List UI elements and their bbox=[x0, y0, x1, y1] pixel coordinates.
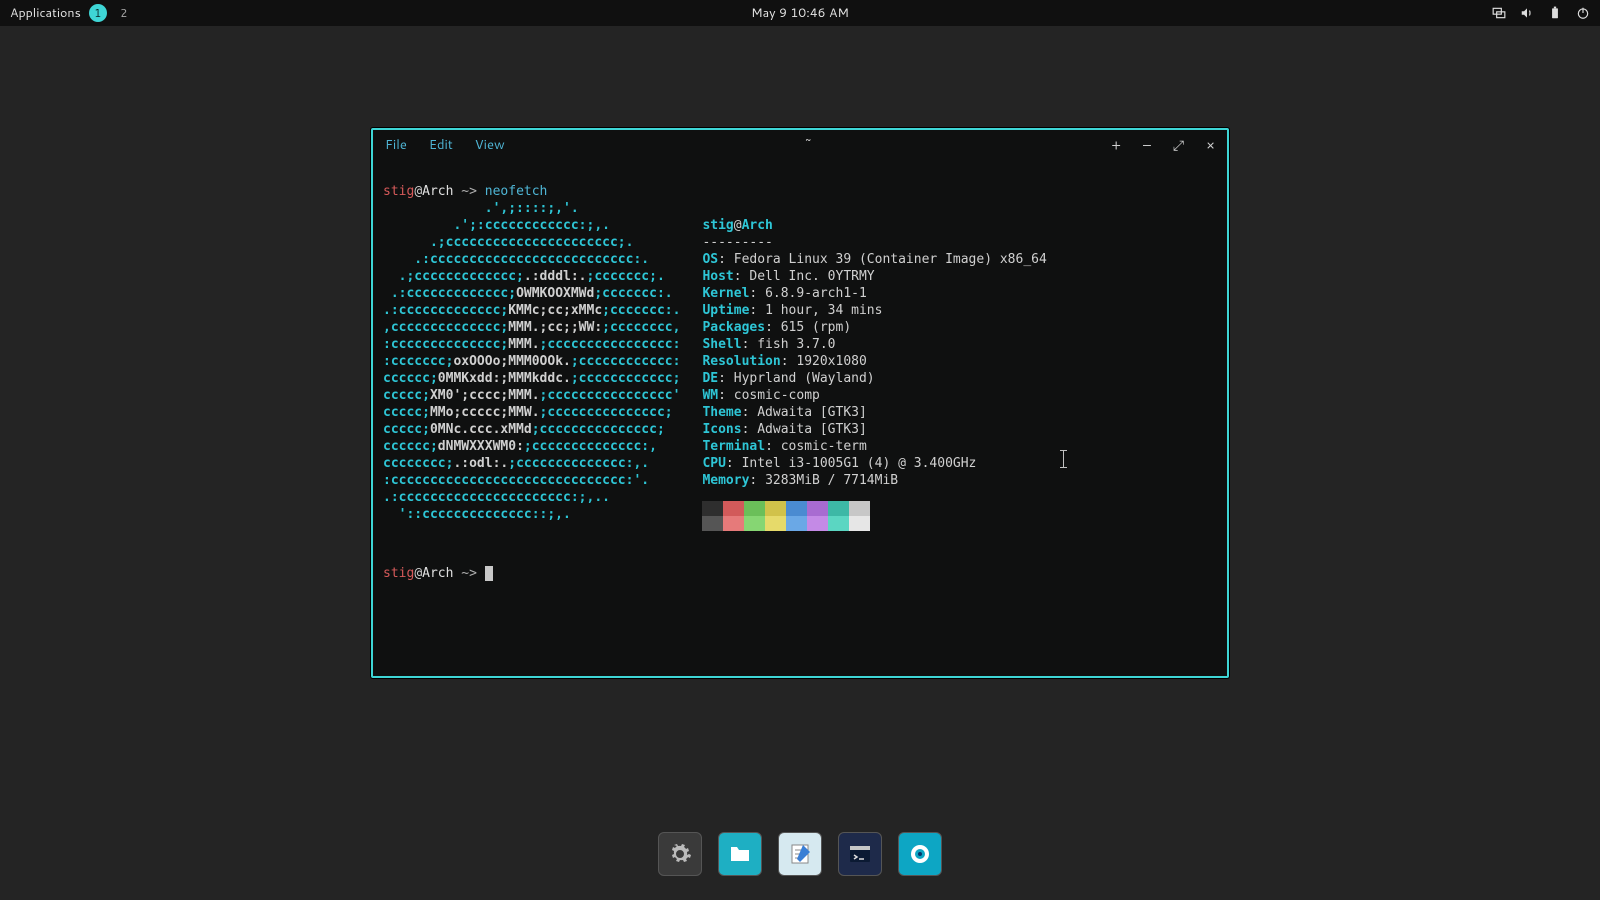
nf-icons-value: Adwaita [GTK3] bbox=[757, 422, 867, 437]
nf-terminal-label: Terminal bbox=[702, 439, 765, 454]
nf-uptime-label: Uptime bbox=[702, 303, 749, 318]
prompt-host: Arch bbox=[422, 184, 453, 199]
prompt-at: @ bbox=[414, 184, 422, 199]
nf-kernel-label: Kernel bbox=[702, 286, 749, 301]
command-text: neofetch bbox=[485, 184, 548, 199]
dock-camera[interactable] bbox=[898, 832, 942, 876]
ascii-logo: .',;::::;,'. .';:cccccccccccc:;,. .;cccc… bbox=[383, 200, 680, 548]
neofetch-output: .',;::::;,'. .';:cccccccccccc:;,. .;cccc… bbox=[383, 200, 1217, 548]
top-panel: Applications 1 2 May 9 10:46 AM bbox=[0, 0, 1600, 26]
folder-icon bbox=[728, 842, 752, 866]
terminal-window: File Edit View ~ + – ⤢ × stig@Arch ~> ne… bbox=[371, 128, 1229, 678]
close-button[interactable]: × bbox=[1206, 135, 1215, 155]
nf-theme-value: Adwaita [GTK3] bbox=[757, 405, 867, 420]
prompt-line-1: stig@Arch ~> neofetch bbox=[383, 184, 547, 199]
nf-de-value: Hyprland (Wayland) bbox=[734, 371, 875, 386]
prompt-line-2: stig@Arch ~> bbox=[383, 566, 493, 581]
maximize-button[interactable]: ⤢ bbox=[1173, 135, 1184, 155]
nf-terminal-value: cosmic-term bbox=[781, 439, 867, 454]
menu-view[interactable]: View bbox=[475, 136, 505, 154]
nf-de-label: DE bbox=[702, 371, 718, 386]
nf-shell-value: fish 3.7.0 bbox=[757, 337, 835, 352]
nf-header-host: Arch bbox=[742, 218, 773, 233]
nf-memory-label: Memory bbox=[702, 473, 749, 488]
camera-icon bbox=[908, 842, 932, 866]
neofetch-info: stig@Arch --------- OS: Fedora Linux 39 … bbox=[702, 200, 1046, 548]
menu-file[interactable]: File bbox=[385, 136, 407, 154]
nf-memory-value: 3283MiB / 7714MiB bbox=[765, 473, 898, 488]
screen-share-icon[interactable] bbox=[1492, 6, 1506, 20]
workspace-2[interactable]: 2 bbox=[115, 4, 133, 22]
nf-icons-label: Icons bbox=[702, 422, 741, 437]
nf-theme-label: Theme bbox=[702, 405, 741, 420]
nf-host-label: Host bbox=[702, 269, 733, 284]
shell-cursor bbox=[485, 566, 493, 581]
panel-clock[interactable]: May 9 10:46 AM bbox=[751, 4, 849, 22]
terminal-body[interactable]: stig@Arch ~> neofetch .',;::::;,'. .';:c… bbox=[373, 160, 1227, 676]
dock-terminal[interactable] bbox=[838, 832, 882, 876]
dock-settings[interactable] bbox=[658, 832, 702, 876]
terminal-icon bbox=[848, 842, 872, 866]
nf-shell-label: Shell bbox=[702, 337, 741, 352]
nf-resolution-value: 1920x1080 bbox=[796, 354, 866, 369]
panel-tray bbox=[1492, 6, 1590, 20]
panel-left: Applications 1 2 bbox=[10, 4, 133, 22]
new-tab-button[interactable]: + bbox=[1111, 135, 1121, 155]
nf-kernel-value: 6.8.9-arch1-1 bbox=[765, 286, 867, 301]
battery-icon[interactable] bbox=[1548, 6, 1562, 20]
editor-icon bbox=[788, 842, 812, 866]
nf-resolution-label: Resolution bbox=[702, 354, 780, 369]
workspace-1[interactable]: 1 bbox=[89, 4, 107, 22]
prompt-user: stig bbox=[383, 184, 414, 199]
dock bbox=[648, 826, 952, 882]
gear-icon bbox=[668, 842, 692, 866]
nf-wm-label: WM bbox=[702, 388, 718, 403]
window-title: ~ bbox=[505, 136, 1112, 154]
minimize-button[interactable]: – bbox=[1143, 135, 1151, 155]
nf-wm-value: cosmic-comp bbox=[734, 388, 820, 403]
volume-icon[interactable] bbox=[1520, 6, 1534, 20]
power-icon[interactable] bbox=[1576, 6, 1590, 20]
color-palette bbox=[702, 501, 1046, 531]
menu-bar: File Edit View bbox=[385, 136, 505, 154]
dock-text-editor[interactable] bbox=[778, 832, 822, 876]
nf-cpu-label: CPU bbox=[702, 456, 725, 471]
nf-os-value: Fedora Linux 39 (Container Image) x86_64 bbox=[734, 252, 1047, 267]
prompt-path: ~> bbox=[461, 184, 477, 199]
nf-uptime-value: 1 hour, 34 mins bbox=[765, 303, 882, 318]
nf-packages-value: 615 (rpm) bbox=[781, 320, 851, 335]
applications-label[interactable]: Applications bbox=[10, 4, 81, 22]
dock-files[interactable] bbox=[718, 832, 762, 876]
nf-host-value: Dell Inc. 0YTRMY bbox=[749, 269, 874, 284]
text-caret-icon bbox=[1063, 450, 1064, 468]
nf-os-label: OS bbox=[702, 252, 718, 267]
nf-dashes: --------- bbox=[702, 235, 772, 250]
nf-cpu-value: Intel i3-1005G1 (4) @ 3.400GHz bbox=[742, 456, 977, 471]
title-bar: File Edit View ~ + – ⤢ × bbox=[373, 130, 1227, 160]
window-controls: + – ⤢ × bbox=[1111, 135, 1215, 155]
nf-header-user: stig bbox=[702, 218, 733, 233]
nf-packages-label: Packages bbox=[702, 320, 765, 335]
menu-edit[interactable]: Edit bbox=[429, 136, 453, 154]
